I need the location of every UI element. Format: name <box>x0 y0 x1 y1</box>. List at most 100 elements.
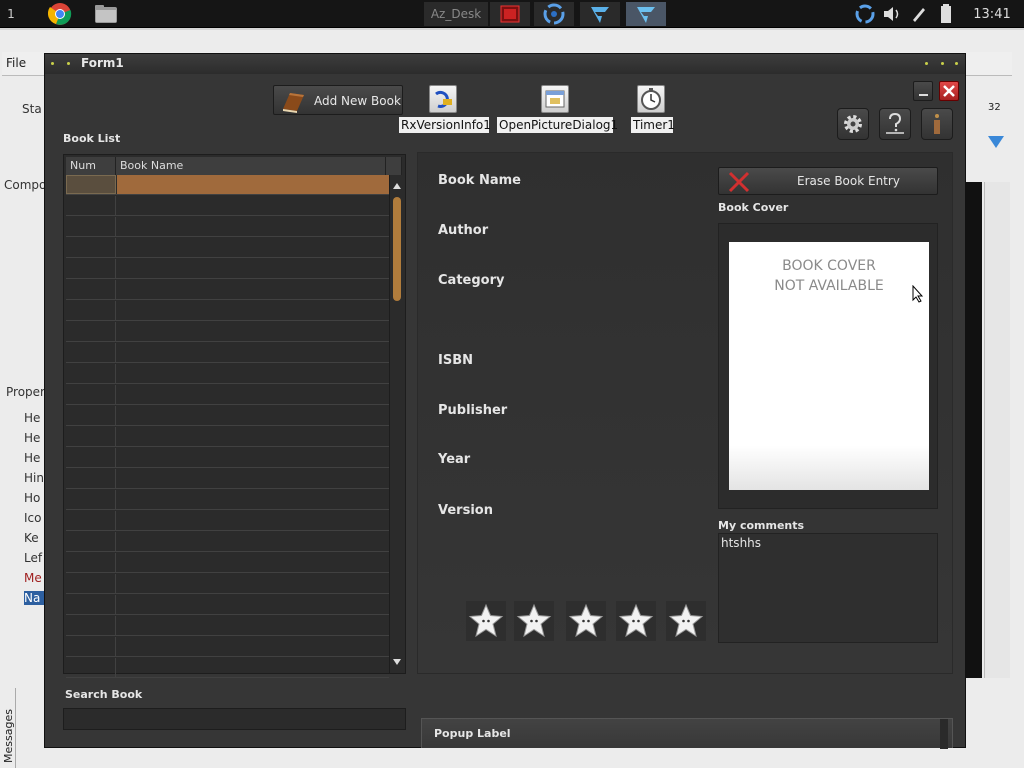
cell-num[interactable] <box>66 343 116 362</box>
cell-num[interactable] <box>66 616 116 635</box>
table-row[interactable] <box>66 301 389 321</box>
rating-star-1[interactable] <box>466 601 506 641</box>
taskbar-app-tornado-icon[interactable] <box>580 2 620 26</box>
taskbar-app-tornado-active-icon[interactable] <box>626 2 666 26</box>
rating-star-2[interactable] <box>514 601 554 641</box>
settings-button[interactable] <box>837 108 869 140</box>
table-row[interactable] <box>66 259 389 279</box>
cell-num[interactable] <box>66 385 116 404</box>
cell-num[interactable] <box>66 217 116 236</box>
scroll-thumb[interactable] <box>393 197 401 301</box>
messages-tab[interactable]: Messages <box>0 688 16 768</box>
cell-num[interactable] <box>66 574 116 593</box>
table-row[interactable] <box>66 574 389 594</box>
cell-num[interactable] <box>66 175 116 194</box>
table-row[interactable] <box>66 448 389 468</box>
prop-label[interactable]: Ico <box>24 511 44 525</box>
table-row[interactable] <box>66 595 389 615</box>
table-row[interactable] <box>66 427 389 447</box>
cell-num[interactable] <box>66 490 116 509</box>
prop-label[interactable]: Ke <box>24 531 44 545</box>
cell-num[interactable] <box>66 469 116 488</box>
rating-star-3[interactable] <box>566 601 606 641</box>
prop-label[interactable]: He <box>24 431 44 445</box>
prop-label[interactable]: He <box>24 451 44 465</box>
desktop-button[interactable]: Az_Desk <box>424 2 488 26</box>
folder-icon[interactable] <box>92 2 120 26</box>
prop-label-selected[interactable]: Na <box>24 591 44 605</box>
rating-star-5[interactable] <box>666 601 706 641</box>
chrome-icon[interactable] <box>46 2 74 26</box>
prop-label[interactable]: Ho <box>24 491 44 505</box>
titlebar[interactable]: Form1 <box>45 54 965 74</box>
workspace-number[interactable]: 1 <box>4 2 18 26</box>
table-row[interactable] <box>66 490 389 510</box>
prop-label[interactable]: He <box>24 411 44 425</box>
cell-num[interactable] <box>66 196 116 215</box>
table-row[interactable] <box>66 469 389 489</box>
cell-num[interactable] <box>66 532 116 551</box>
cell-num[interactable] <box>66 280 116 299</box>
table-row[interactable] <box>66 343 389 363</box>
book-cover-frame[interactable]: BOOK COVER NOT AVAILABLE <box>718 223 938 509</box>
info-button[interactable] <box>921 108 953 140</box>
cell-num[interactable] <box>66 322 116 341</box>
cell-num[interactable] <box>66 637 116 656</box>
prop-label[interactable]: Hin <box>24 471 44 485</box>
volume-icon[interactable] <box>879 2 905 26</box>
table-row[interactable] <box>66 553 389 573</box>
table-row[interactable] <box>66 616 389 636</box>
taskbar-app-red-icon[interactable] <box>490 2 530 26</box>
tray-spiral-icon[interactable] <box>852 2 878 26</box>
search-book-input[interactable] <box>63 708 406 730</box>
minimize-button[interactable] <box>913 81 933 101</box>
title-dot-icon[interactable] <box>941 62 944 65</box>
table-row[interactable] <box>66 238 389 258</box>
help-button[interactable] <box>879 108 911 140</box>
table-row[interactable] <box>66 322 389 342</box>
scroll-down-icon[interactable] <box>393 659 401 665</box>
add-new-book-button[interactable]: Add New Book <box>273 85 403 115</box>
prop-label[interactable]: Me <box>24 571 44 585</box>
prop-label[interactable]: Lef <box>24 551 44 565</box>
cell-num[interactable] <box>66 364 116 383</box>
cell-num[interactable] <box>66 448 116 467</box>
grid-scrollbar[interactable] <box>389 175 404 673</box>
popup-panel[interactable]: Popup Label <box>421 718 953 749</box>
column-header-book-name[interactable]: Book Name <box>116 157 386 175</box>
rating-star-4[interactable] <box>616 601 656 641</box>
erase-book-entry-button[interactable]: Erase Book Entry <box>718 167 938 195</box>
table-row[interactable] <box>66 280 389 300</box>
cell-book-name[interactable] <box>117 175 389 194</box>
table-row[interactable] <box>66 196 389 216</box>
close-button[interactable] <box>939 81 959 101</box>
cell-num[interactable] <box>66 259 116 278</box>
table-row[interactable] <box>66 658 389 678</box>
cell-num[interactable] <box>66 511 116 530</box>
comments-textarea[interactable]: htshhs <box>718 533 938 643</box>
book-list-grid[interactable]: Num Book Name <box>63 154 406 678</box>
file-menu[interactable]: File <box>6 56 26 70</box>
battery-icon[interactable] <box>933 2 959 26</box>
column-header-num[interactable]: Num <box>66 157 116 175</box>
cell-num[interactable] <box>66 553 116 572</box>
ide-right-scrollbar[interactable] <box>984 182 1010 678</box>
cell-num[interactable] <box>66 658 116 677</box>
cell-num[interactable] <box>66 406 116 425</box>
cell-num[interactable] <box>66 595 116 614</box>
table-row[interactable] <box>66 364 389 384</box>
timer-icon[interactable] <box>637 85 665 113</box>
title-dot-icon[interactable] <box>925 62 928 65</box>
title-dot-icon[interactable] <box>955 62 958 65</box>
pen-icon[interactable] <box>906 2 932 26</box>
scroll-up-icon[interactable] <box>393 183 401 189</box>
table-row[interactable] <box>66 511 389 531</box>
table-row[interactable] <box>66 217 389 237</box>
down-arrow-icon[interactable] <box>986 134 1006 153</box>
rxversion-icon[interactable] <box>429 85 457 113</box>
cell-num[interactable] <box>66 301 116 320</box>
table-row[interactable] <box>66 637 389 657</box>
table-row[interactable] <box>66 385 389 405</box>
open-picture-dialog-icon[interactable] <box>541 85 569 113</box>
cell-num[interactable] <box>66 427 116 446</box>
